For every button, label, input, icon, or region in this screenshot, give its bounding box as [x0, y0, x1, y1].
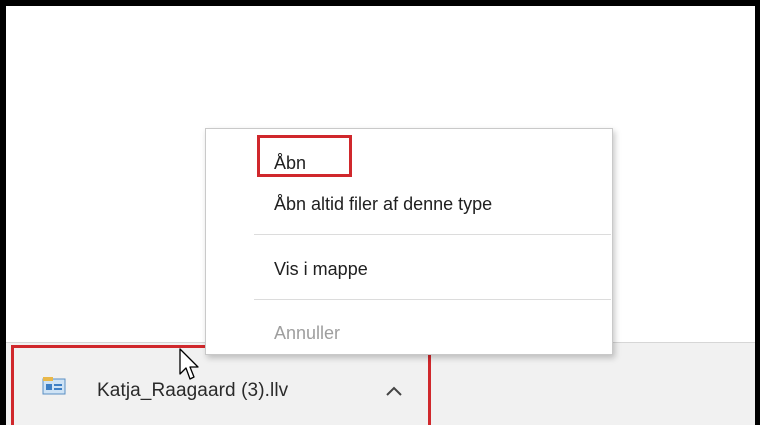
menu-separator	[254, 299, 611, 300]
menu-item-label: Åbn altid filer af denne type	[274, 194, 493, 214]
menu-separator	[254, 234, 611, 235]
menu-item-cancel: Annuller	[206, 315, 612, 351]
menu-item-always-open[interactable]: Åbn altid filer af denne type	[206, 186, 612, 222]
download-item-highlight-box	[11, 345, 431, 425]
menu-item-label: Annuller	[274, 323, 341, 343]
menu-item-label: Vis i mappe	[274, 259, 368, 279]
menu-item-show-in-folder[interactable]: Vis i mappe	[206, 251, 612, 287]
open-highlight-box	[257, 135, 352, 177]
mouse-cursor-icon	[179, 348, 199, 380]
